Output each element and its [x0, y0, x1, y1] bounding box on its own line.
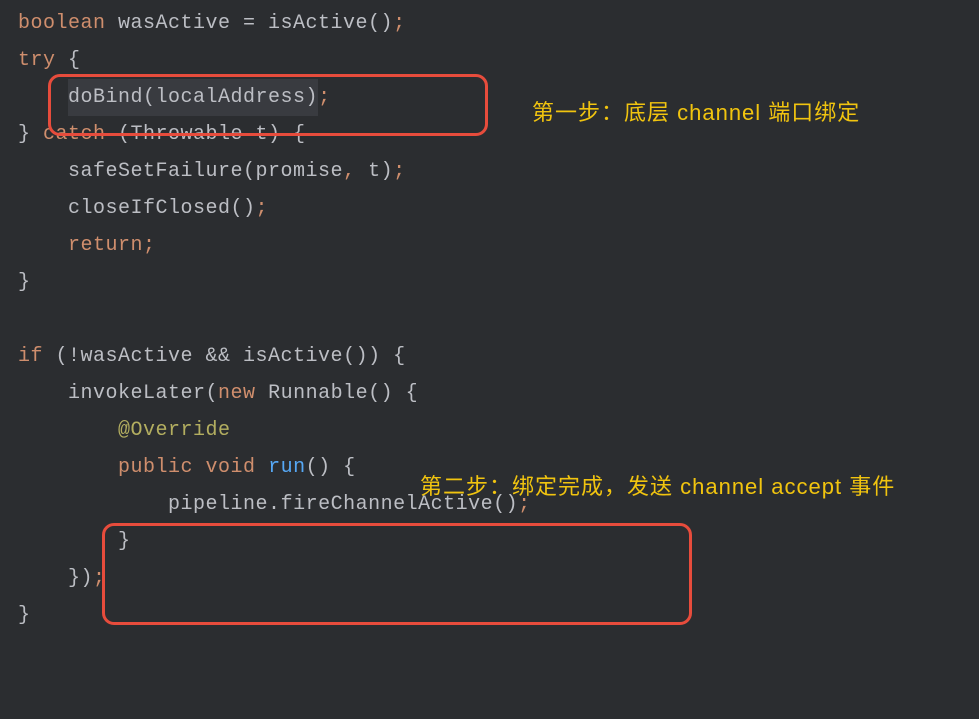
- space: [256, 449, 269, 486]
- code-line: if (!wasActive && isActive()) {: [18, 338, 979, 375]
- indent: [18, 412, 118, 449]
- semicolon: ;: [393, 153, 406, 190]
- keyword-try: try: [18, 42, 56, 79]
- keyword-boolean: boolean: [18, 5, 106, 42]
- highlighted-call: doBind(localAddress): [68, 79, 318, 116]
- code-line: }: [18, 523, 979, 560]
- annotation-step2: 第二步：绑定完成，发送 channel accept 事件: [420, 470, 979, 503]
- brace: }: [18, 116, 43, 153]
- indent: [18, 449, 118, 486]
- method-call: closeIfClosed(): [68, 190, 256, 227]
- method-call: doBind(localAddress): [68, 86, 318, 109]
- annotation-override: @Override: [118, 412, 231, 449]
- keyword-void: void: [206, 449, 256, 486]
- semicolon: ;: [143, 227, 156, 264]
- code-line: try {: [18, 42, 979, 79]
- code-text: Runnable() {: [256, 375, 419, 412]
- brace: }: [118, 523, 131, 560]
- method-call: safeSetFailure(promise: [68, 153, 343, 190]
- semicolon: ;: [318, 79, 331, 116]
- keyword-public: public: [118, 449, 193, 486]
- brace: }: [18, 264, 31, 301]
- code-line: @Override: [18, 412, 979, 449]
- object-ref: pipeline.: [168, 486, 281, 523]
- indent: [18, 375, 68, 412]
- comma: ,: [343, 153, 356, 190]
- semicolon: ;: [93, 560, 106, 597]
- indent: [18, 190, 68, 227]
- code-line: }: [18, 597, 979, 634]
- code-text: }): [68, 560, 93, 597]
- brace: {: [56, 42, 81, 79]
- semicolon: ;: [393, 5, 406, 42]
- indent: [18, 486, 168, 523]
- annotation-step1: 第一步：底层 channel 端口绑定: [532, 93, 860, 134]
- code-line: return;: [18, 227, 979, 264]
- code-line: });: [18, 560, 979, 597]
- method-call: invokeLater(: [68, 375, 218, 412]
- keyword-if: if: [18, 338, 43, 375]
- method-name: run: [268, 449, 306, 486]
- code-line-empty: [18, 301, 979, 338]
- brace: }: [18, 597, 31, 634]
- code-text: (Throwable t) {: [106, 116, 306, 153]
- code-line: invokeLater(new Runnable() {: [18, 375, 979, 412]
- indent: [18, 560, 68, 597]
- indent: [18, 523, 118, 560]
- code-text: wasActive = isActive(): [106, 5, 394, 42]
- semicolon: ;: [256, 190, 269, 227]
- code-line: safeSetFailure(promise, t);: [18, 153, 979, 190]
- space: [193, 449, 206, 486]
- keyword-new: new: [218, 375, 256, 412]
- code-line: boolean wasActive = isActive();: [18, 5, 979, 42]
- code-line: closeIfClosed();: [18, 190, 979, 227]
- indent: [18, 153, 68, 190]
- code-text: (!wasActive && isActive()) {: [43, 338, 406, 375]
- indent: [18, 79, 68, 116]
- keyword-return: return: [68, 227, 143, 264]
- code-line: }: [18, 264, 979, 301]
- indent: [18, 227, 68, 264]
- code-text: () {: [306, 449, 356, 486]
- keyword-catch: catch: [43, 116, 106, 153]
- code-text: t): [356, 153, 394, 190]
